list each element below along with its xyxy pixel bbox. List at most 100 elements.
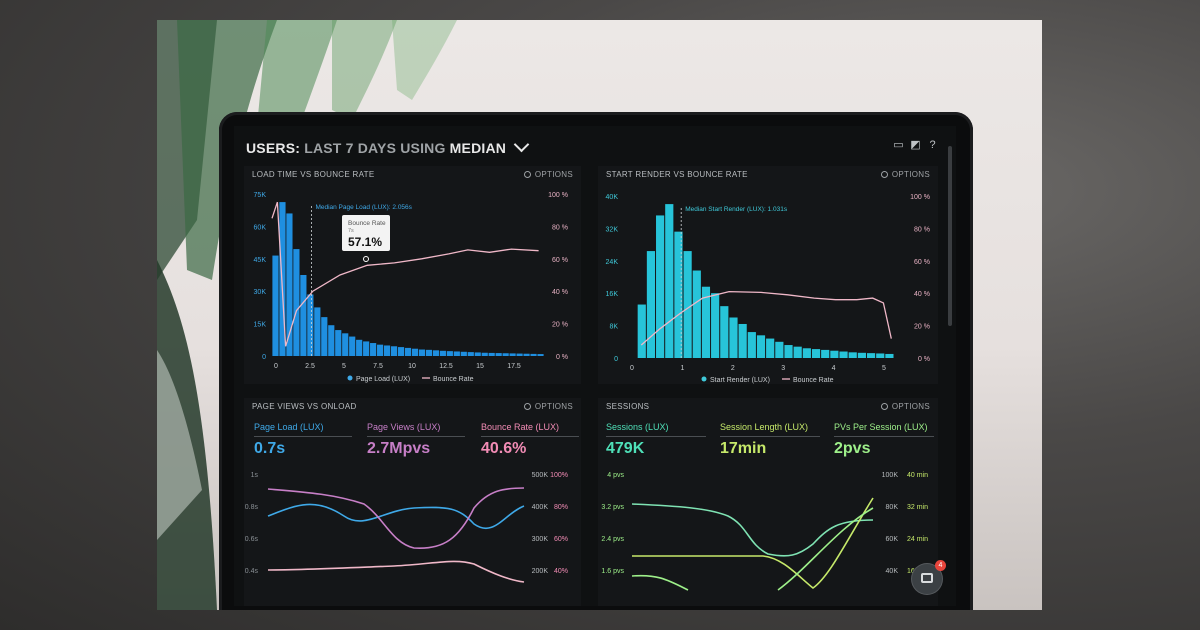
x-axis-tick: 1 [680, 365, 684, 372]
title-range: LAST 7 DAYS [304, 140, 397, 156]
histogram-bar [307, 294, 314, 356]
y-axis-right-tick: 40 % [914, 291, 930, 298]
histogram-bar [293, 249, 300, 356]
histogram-bar [802, 348, 811, 358]
y-axis-left-tick: 0.4s [245, 568, 259, 575]
sessions-line [631, 503, 874, 557]
x-axis-tick: 2 [731, 365, 735, 372]
histogram-bar [784, 345, 793, 358]
y-axis-left-tick: 0.8s [245, 504, 259, 511]
x-axis-tick: 10 [408, 363, 416, 370]
y-axis-right-tick: 20 % [914, 324, 930, 331]
y-axis-left-tick: 1.6 pvs [601, 568, 624, 575]
start-render-panel: START RENDER VS BOUNCE RATE OPTIONS 40K 3… [598, 166, 938, 384]
y-axis-left-tick: 60K [254, 224, 267, 231]
histogram-bar [656, 215, 665, 358]
chat-icon [921, 573, 933, 583]
histogram-bar [432, 350, 439, 356]
y-axis-right-tick: 100% [550, 472, 568, 479]
y-axis-left-tick: 45K [254, 257, 267, 264]
histogram-bar [446, 351, 453, 356]
histogram-bar [349, 336, 356, 356]
load-time-chart: 75K 60K 45K 30K 15K 0 100 % 80 % 60 % 40 % 20 % 0 %… [254, 192, 568, 383]
histogram-bar [537, 354, 544, 356]
histogram-bar [425, 349, 433, 356]
histogram-bar [460, 351, 467, 356]
y-axis-left-tick: 3.2 pvs [601, 504, 624, 511]
tooltip-sub: 7s [348, 228, 354, 234]
histogram-bar [335, 330, 342, 356]
y-axis-right-tick: 24 min [907, 536, 928, 543]
y-axis-right-tick: 0 % [918, 356, 930, 363]
chart-icon[interactable]: ◩ [910, 140, 921, 151]
chat-button[interactable]: 4 [912, 560, 946, 594]
histogram-bar [523, 353, 530, 356]
histogram-bar [363, 341, 370, 356]
histogram-bar [821, 349, 830, 358]
histogram-bar [495, 353, 502, 356]
y-axis-left-tick: 16K [606, 291, 619, 298]
histogram-bar [830, 350, 839, 358]
histogram-bar [674, 231, 683, 358]
histogram-bar [876, 353, 885, 358]
legend-bounce-rate: Bounce Rate [433, 376, 474, 383]
y-axis-left-tick: 8K [609, 324, 618, 331]
x-axis-tick: 15 [476, 363, 484, 370]
y-axis-right-tick: 40% [554, 568, 568, 575]
y-axis-mid-tick: 200K [532, 568, 549, 575]
y-axis-right-tick: 40 min [907, 472, 928, 479]
histogram-bar [866, 353, 876, 358]
y-axis-right-tick: 80 % [914, 226, 930, 233]
x-axis-tick: 12.5 [439, 363, 453, 370]
histogram-bar [516, 353, 523, 356]
y-axis-right-tick: 60 % [552, 257, 568, 264]
dashboard-title[interactable]: USERS: LAST 7 DAYS USING MEDIAN [246, 136, 530, 156]
histogram-bar [328, 325, 335, 356]
cursor-icon [363, 256, 369, 262]
scrollbar[interactable] [948, 146, 952, 326]
histogram-bar [509, 353, 516, 356]
histogram-bar [314, 307, 321, 356]
y-axis-mid-tick: 400K [532, 504, 549, 511]
histogram-bar [711, 293, 720, 358]
histogram-bar [646, 251, 656, 358]
histogram-bar [488, 352, 495, 356]
histogram-bar [848, 352, 857, 358]
histogram-bar [747, 332, 756, 358]
bounce-rate-line [267, 560, 525, 583]
sessions-chart: 4 pvs 3.2 pvs 2.4 pvs 1.6 pvs 100K 80K 60K 40K 4… [601, 472, 928, 591]
session-length-line [631, 497, 874, 590]
x-axis-tick: 3 [781, 365, 785, 372]
histogram-bar [729, 317, 738, 358]
y-axis-right-tick: 60 % [914, 259, 930, 266]
histogram-bar [356, 339, 363, 356]
y-axis-mid-tick: 300K [532, 536, 549, 543]
histogram-bar [321, 317, 328, 356]
legend-bounce-rate: Bounce Rate [793, 377, 834, 384]
tooltip-label: Bounce Rate [348, 220, 386, 227]
histogram-bar [502, 353, 509, 356]
y-axis-mid-tick: 100K [882, 472, 899, 479]
start-render-chart: 40K 32K 24K 16K 8K 0 100 % 80 % 60 % 40 % 20 % 0 % 0… [606, 194, 930, 384]
histogram-bar [342, 333, 349, 356]
chevron-down-icon[interactable] [513, 136, 530, 153]
y-axis-left-tick: 2.4 pvs [601, 536, 624, 543]
median-label: Median Start Render (LUX): 1.031s [685, 206, 788, 213]
histogram-bar [683, 251, 692, 358]
legend-dot [701, 376, 707, 382]
y-axis-mid-tick: 80K [886, 504, 899, 511]
y-axis-mid-tick: 40K [886, 568, 899, 575]
histogram-bar [411, 348, 419, 356]
histogram-bar [775, 341, 784, 358]
pvs-per-session-line [631, 507, 874, 591]
page-views-chart: 1s 0.8s 0.6s 0.4s 500K 400K 300K 200K 100% 80% 60%… [245, 472, 568, 583]
page-views-line [267, 487, 525, 549]
y-axis-right-tick: 80% [554, 504, 568, 511]
histogram-bar [766, 338, 775, 358]
histogram-bar [756, 335, 766, 358]
help-icon[interactable]: ? [927, 140, 938, 151]
x-axis-tick: 7.5 [373, 363, 383, 370]
monitor-icon[interactable]: ▭ [893, 140, 904, 151]
page-load-line [267, 503, 525, 530]
histogram-bar [530, 353, 537, 356]
